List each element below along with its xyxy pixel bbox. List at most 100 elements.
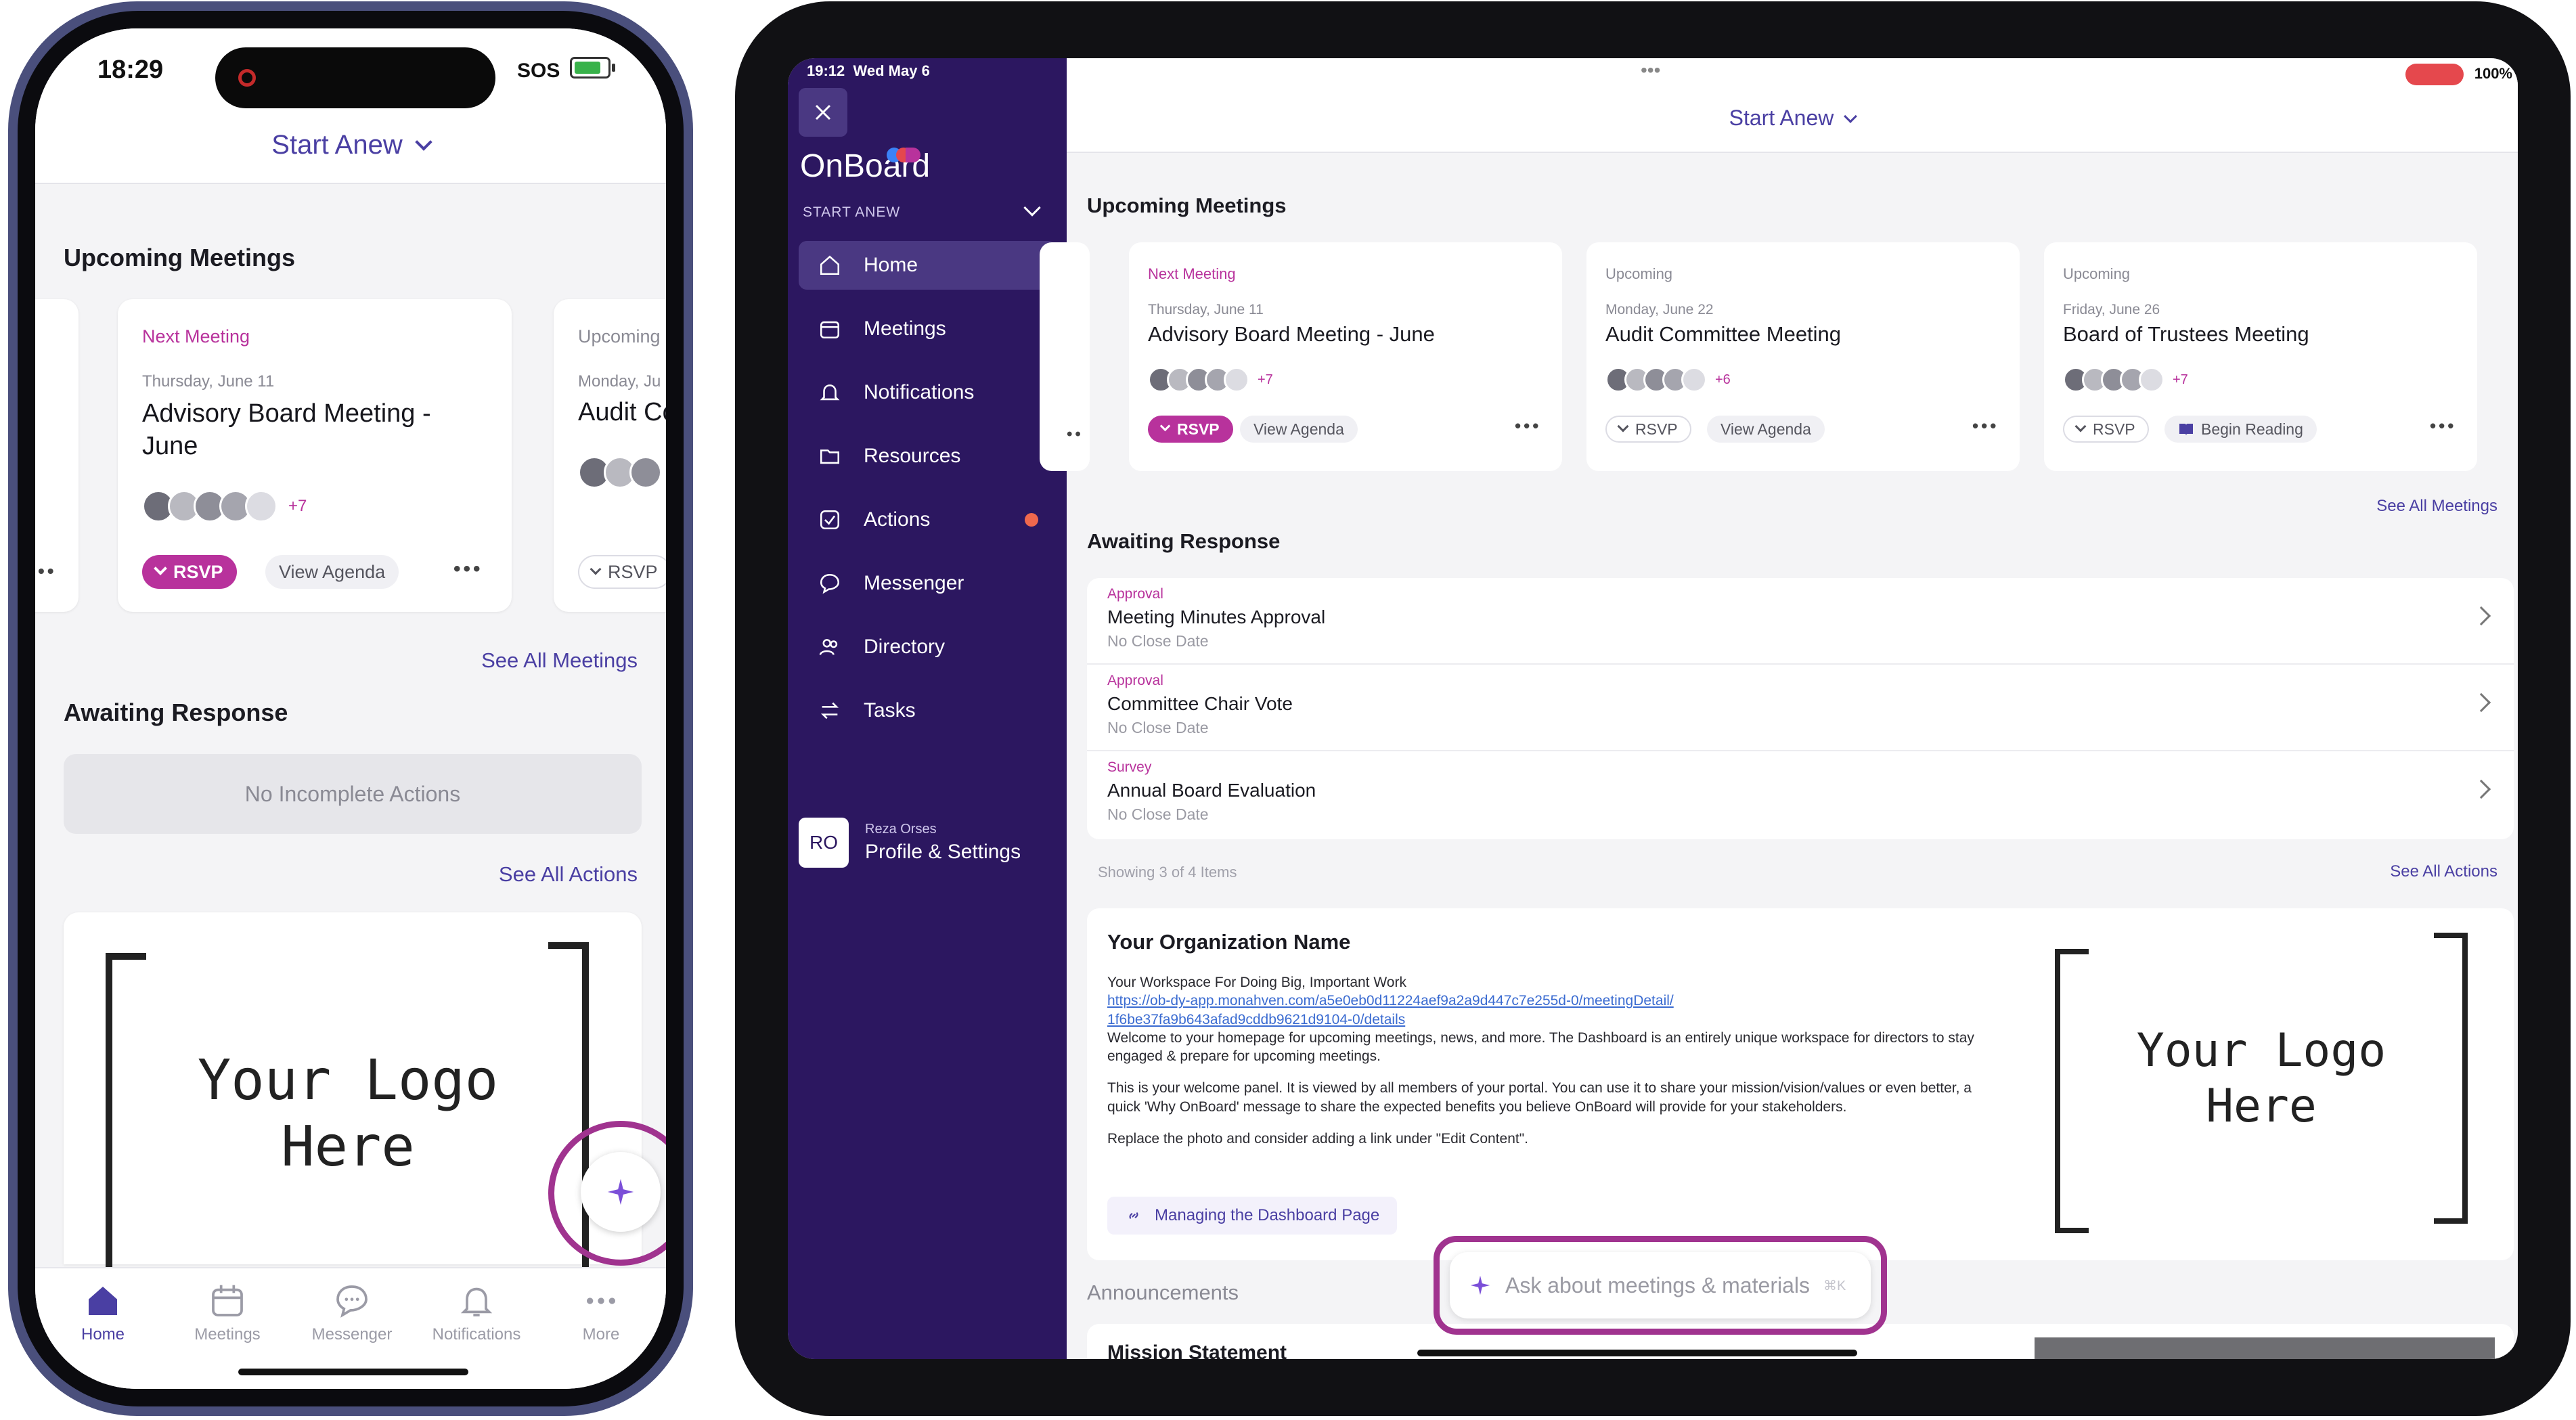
meeting-title[interactable]: Advisory Board Meeting - June: [1148, 322, 1435, 347]
meeting-card-previous[interactable]: ••: [35, 299, 79, 612]
workspace-name: Start Anew: [271, 130, 403, 160]
org-name: START ANEW: [803, 204, 901, 220]
meeting-status-label: Upcoming: [1605, 265, 1673, 282]
rsvp-button[interactable]: RSVP: [1605, 416, 1691, 443]
list-item[interactable]: Approval Committee Chair Vote No Close D…: [1087, 665, 2514, 751]
attendee-avatars[interactable]: +7: [1148, 367, 1273, 393]
view-agenda-button[interactable]: View Agenda: [265, 555, 399, 589]
book-icon: [2179, 424, 2193, 435]
home-indicator: [238, 1369, 468, 1375]
rsvp-button[interactable]: RSVP: [1148, 416, 1233, 443]
more-dots-icon[interactable]: ••: [1067, 425, 1084, 444]
swap-icon: [821, 702, 839, 719]
multitask-dots-icon[interactable]: •••: [1641, 60, 1660, 81]
ask-shortcut: ⌘K: [1823, 1278, 1846, 1293]
sidebar-item-notifications[interactable]: Notifications: [799, 368, 1056, 417]
announcements-title: Announcements: [1087, 1281, 1239, 1304]
view-agenda-label: View Agenda: [1720, 420, 1811, 438]
meeting-title[interactable]: Audit Committee Meeting: [1605, 322, 1841, 347]
attendee-avatars[interactable]: +7: [2063, 367, 2188, 393]
sidebar-item-label: Messenger: [864, 572, 964, 594]
more-options-icon[interactable]: •••: [2430, 416, 2456, 437]
sparkle-icon: [1470, 1275, 1490, 1295]
attendee-avatars[interactable]: +6: [1605, 367, 1731, 393]
attendee-avatars[interactable]: [578, 456, 662, 489]
attendee-extra-count: +7: [2173, 372, 2188, 387]
see-all-meetings-link[interactable]: See All Meetings: [481, 648, 638, 673]
sidebar-item-meetings[interactable]: Meetings: [799, 305, 1056, 353]
meeting-card-next[interactable]: Upcoming Monday, Ju Audit Co RSVP: [554, 299, 666, 612]
close-sidebar-button[interactable]: [799, 88, 847, 137]
item-title: Committee Chair Vote: [1107, 693, 1293, 714]
upcoming-meetings-title: Upcoming Meetings: [1087, 194, 1287, 217]
battery-nub: [612, 64, 615, 72]
list-item[interactable]: Approval Meeting Minutes Approval No Clo…: [1087, 578, 2514, 665]
bell-icon: [460, 1287, 493, 1316]
see-all-actions-link[interactable]: See All Actions: [499, 862, 638, 887]
logo-mark-icon: [887, 145, 927, 162]
meeting-detail-link[interactable]: https://ob-dy-app.monahven.com/a5e0eb0d1…: [1107, 992, 1994, 1010]
sidebar-item-tasks[interactable]: Tasks: [799, 686, 1056, 735]
meeting-date: Monday, Ju: [578, 372, 661, 391]
workspace-switcher[interactable]: Start Anew: [1067, 106, 2518, 131]
view-agenda-button[interactable]: View Agenda: [1707, 416, 1825, 443]
sidebar-item-actions[interactable]: Actions: [799, 495, 1056, 544]
chevron-down-icon: [1844, 110, 1858, 123]
top-bar: ••• 100% Start Anew: [1067, 58, 2518, 153]
rsvp-button[interactable]: RSVP: [578, 555, 666, 589]
item-type: Survey: [1107, 759, 1152, 775]
attendee-avatars[interactable]: +7: [142, 490, 307, 523]
meeting-title[interactable]: Advisory Board Meeting - June: [142, 398, 481, 462]
meeting-card-previous[interactable]: ••: [1040, 242, 1090, 471]
meeting-title[interactable]: Board of Trustees Meeting: [2063, 322, 2309, 347]
meeting-card[interactable]: Next Meeting Thursday, June 11 Advisory …: [1129, 242, 1562, 471]
meeting-card[interactable]: Next Meeting Thursday, June 11 Advisory …: [118, 299, 512, 612]
ask-placeholder: Ask about meetings & materials: [1505, 1272, 1810, 1297]
meeting-date: Friday, June 26: [2063, 302, 2160, 317]
meeting-card[interactable]: Upcoming Friday, June 26 Board of Truste…: [2044, 242, 2477, 471]
view-agenda-button[interactable]: View Agenda: [1240, 416, 1358, 443]
list-item[interactable]: Survey Annual Board Evaluation No Close …: [1087, 751, 2514, 838]
rsvp-button[interactable]: RSVP: [2063, 416, 2149, 443]
profile-settings-link[interactable]: Profile & Settings: [865, 841, 1021, 864]
chevron-down-icon[interactable]: [1023, 199, 1041, 217]
sidebar-item-messenger[interactable]: Messenger: [799, 559, 1056, 608]
tab-notifications[interactable]: Notifications: [422, 1282, 531, 1344]
more-dots-icon[interactable]: ••: [38, 560, 57, 582]
rsvp-button[interactable]: RSVP: [142, 555, 237, 589]
more-options-icon[interactable]: •••: [1515, 416, 1541, 437]
more-options-icon[interactable]: •••: [453, 558, 483, 581]
avatar: [2139, 367, 2164, 393]
tab-more[interactable]: More: [547, 1282, 655, 1344]
tab-label: Home: [81, 1325, 125, 1344]
ai-assistant-button[interactable]: [581, 1152, 661, 1232]
tab-messenger[interactable]: Messenger: [298, 1282, 406, 1344]
tab-home[interactable]: Home: [49, 1282, 157, 1344]
sidebar-item-directory[interactable]: Directory: [799, 623, 1056, 671]
chat-icon: [336, 1285, 368, 1318]
sidebar-item-home[interactable]: Home: [799, 241, 1056, 290]
begin-reading-button[interactable]: Begin Reading: [2164, 416, 2317, 443]
see-all-meetings-link[interactable]: See All Meetings: [2376, 497, 2497, 516]
org-panel-title: Your Organization Name: [1107, 930, 1351, 954]
chat-icon: [820, 573, 840, 594]
more-options-icon[interactable]: •••: [1972, 416, 1999, 437]
tab-label: Messenger: [311, 1325, 393, 1344]
meeting-title[interactable]: Audit Co: [578, 398, 666, 427]
avatar[interactable]: RO: [799, 818, 849, 868]
item-subtitle: No Close Date: [1107, 632, 1209, 650]
chevron-right-icon: [2471, 692, 2491, 713]
managing-dashboard-link[interactable]: Managing the Dashboard Page: [1107, 1197, 1398, 1235]
more-icon: [587, 1297, 615, 1304]
chevron-right-icon: [2471, 779, 2491, 799]
sidebar-item-resources[interactable]: Resources: [799, 432, 1056, 481]
calendar-icon: [820, 321, 840, 339]
workspace-switcher[interactable]: Start Anew: [35, 130, 666, 160]
meeting-card[interactable]: Upcoming Monday, June 22 Audit Committee…: [1586, 242, 2020, 471]
tab-meetings[interactable]: Meetings: [173, 1282, 282, 1344]
ask-ai-input[interactable]: Ask about meetings & materials ⌘K: [1450, 1252, 1871, 1318]
meeting-detail-link-cont[interactable]: 1f6be37fa9b643afad9cddb9621d9104-0/detai…: [1107, 1011, 1994, 1029]
see-all-actions-link[interactable]: See All Actions: [2390, 862, 2497, 881]
recording-indicator-icon: [238, 69, 256, 87]
link-icon: [1129, 1212, 1138, 1220]
